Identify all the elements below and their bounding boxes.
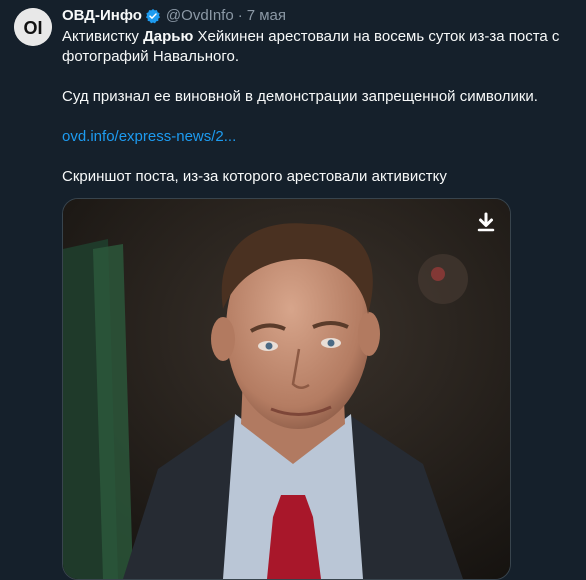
tweet[interactable]: OI ОВД-Инфо @OvdInfo · 7 мая Активистку … [0,0,586,580]
tweet-text-line-3: Суд признал ее виновной в демонстрации з… [62,88,538,105]
tweet-text-line-2: фотографий Навального. [62,48,239,65]
avatar-logo-text: OI [23,18,42,38]
tweet-text: Активистку Дарью Хейкинен арестовали на … [62,27,572,187]
verified-badge-icon [145,8,161,24]
tweet-media-photo[interactable] [62,198,511,580]
avatar[interactable]: OI [14,8,52,46]
handle[interactable]: @OvdInfo [166,6,234,26]
text-fragment: Активистку [62,28,144,45]
display-name[interactable]: ОВД-Инфо [62,6,142,26]
separator-dot: · [237,7,243,24]
tweet-text-line-4: Скриншот поста, из-за которого арестовал… [62,168,447,185]
tweet-link[interactable]: ovd.info/express-news/2... [62,127,572,147]
text-bold-name: Дарью [143,28,194,45]
timestamp[interactable]: 7 мая [247,6,286,26]
text-fragment: Хейкинен арестовали на восемь суток из-з… [193,28,560,45]
tweet-text-line-1: Активистку Дарью Хейкинен арестовали на … [62,27,572,47]
download-arrow-icon[interactable] [474,211,498,235]
tweet-header: ОВД-Инфо @OvdInfo · 7 мая [62,6,286,26]
